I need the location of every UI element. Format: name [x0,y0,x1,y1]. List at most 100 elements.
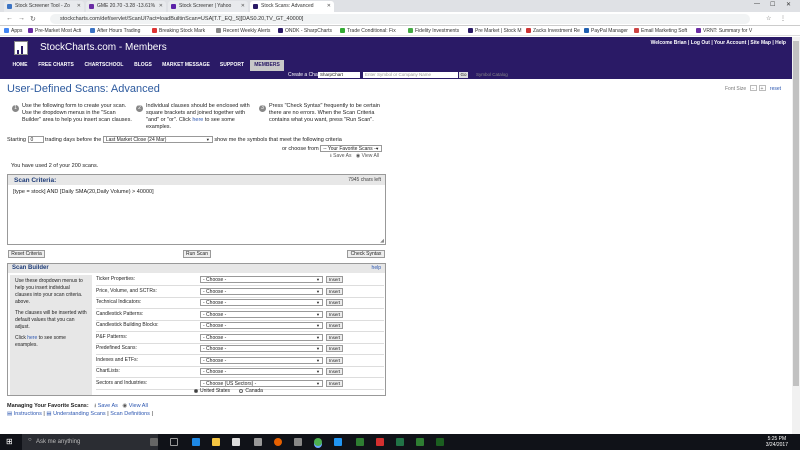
insert-button[interactable]: Insert [326,379,343,387]
window-close-icon[interactable]: ✕ [786,1,791,8]
firefox-icon[interactable] [274,438,282,446]
radio-canada[interactable] [239,388,244,393]
bookmark-item[interactable]: Fidelity Investments [408,28,459,34]
microphone-icon[interactable] [150,438,158,446]
insert-button[interactable]: Insert [326,299,343,306]
bookmark-item[interactable]: ONDK - SharpCharts [278,28,332,34]
resize-handle-icon[interactable]: ◢ [380,238,384,244]
insert-button[interactable]: Insert [326,322,343,329]
radio-united-states[interactable] [194,388,198,393]
excel-icon[interactable] [396,438,404,446]
scan-criteria-textarea[interactable]: [type = stock] AND [Daily SMA(20,Daily V… [13,189,154,195]
step-2-link[interactable]: here [192,117,203,123]
footer-save-as-link[interactable]: Save As [98,403,118,409]
insert-button[interactable]: Insert [326,287,343,295]
check-syntax-button[interactable]: Check Syntax [347,250,385,258]
minimize-icon[interactable]: — [754,1,760,7]
market-close-select[interactable]: Last Market Close (24 Mar) ▼ [102,136,213,143]
app-icon[interactable] [356,438,364,446]
browser-tab[interactable]: Stock Screener Tool - Zo ✕ [4,1,84,12]
instructions-link[interactable]: Instructions [14,411,42,417]
reload-icon[interactable]: ↻ [30,15,36,23]
run-scan-button[interactable]: Run Scan [183,250,211,258]
builder-row-select[interactable]: - Choose - ▼ [200,322,323,329]
app-icon[interactable] [436,438,444,446]
nav-market-message[interactable]: MARKET MESSAGE [158,60,214,71]
builder-row-select[interactable]: - Choose - ▼ [200,356,323,364]
bookmark-item[interactable]: Recent Weekly Alerts [216,28,270,34]
insert-button[interactable]: Insert [326,368,343,375]
symbol-catalog-link[interactable]: Symbol Catalog [476,72,508,77]
browser-tab-active[interactable]: Stock Scans: Advanced ✕ [250,1,334,12]
save-as-link[interactable]: Save As [333,153,351,159]
bookmark-item[interactable]: Trade Conditional: Fix [340,28,396,34]
view-all-link[interactable]: View All [362,153,379,159]
account-links[interactable]: Welcome Brian | Log Out | Your Account |… [651,40,786,46]
builder-row-select[interactable]: - Choose - ▼ [200,299,323,306]
bookmark-item[interactable]: After Hours Trading [90,28,140,34]
bookmark-item[interactable]: Pre-Market Most Acti [28,28,81,34]
bookmark-item[interactable]: VRNT: Summary for V [696,28,752,34]
symbol-input[interactable]: Enter Symbol or Company Name [363,72,458,78]
bookmark-item[interactable]: Apps [4,28,22,34]
store-icon[interactable] [232,438,240,446]
close-icon[interactable]: ✕ [77,3,81,9]
menu-icon[interactable]: ⋮ [780,15,786,22]
footer-view-all-link[interactable]: View All [129,403,148,409]
font-decrease-button[interactable]: - [749,85,757,92]
close-icon[interactable]: ✕ [159,3,163,9]
builder-examples-link[interactable]: here [27,335,37,341]
star-icon[interactable]: ☆ [766,15,771,22]
font-reset-link[interactable]: reset [770,86,781,92]
windows-start-icon[interactable]: ⊞ [6,437,13,446]
stockcharts-logo[interactable] [14,41,28,55]
insert-button[interactable]: Insert [326,310,343,318]
bookmark-item[interactable]: Pre Market | Stock M [468,28,522,34]
starting-days-input[interactable]: 0 [27,136,44,143]
font-increase-button[interactable]: + [758,85,766,92]
builder-help-link[interactable]: help [372,265,381,271]
close-icon[interactable]: ✕ [327,3,331,9]
task-view-icon[interactable] [170,438,178,446]
reset-criteria-button[interactable]: Reset Criteria [8,250,45,258]
browser-tab[interactable]: Stock Screener | Yahoo ✕ [168,1,248,12]
insert-button[interactable]: Insert [326,333,343,341]
edge-icon[interactable] [192,438,200,446]
nav-members[interactable]: MEMBERS [250,60,284,71]
insert-button[interactable]: Insert [326,356,343,364]
builder-row-select[interactable]: - Choose - ▼ [200,287,323,295]
mail-icon[interactable] [254,438,262,446]
understanding-scans-link[interactable]: Understanding Scans [53,411,106,417]
insert-button[interactable]: Insert [326,345,343,352]
taskbar-clock[interactable]: 5:25 PM 3/24/2017 [766,436,788,448]
browser-tab[interactable]: GME 20.70 -3.28 -13.61% ✕ [86,1,166,12]
app-icon[interactable] [416,438,424,446]
builder-row-select[interactable]: - Choose - ▼ [200,310,323,318]
close-icon[interactable]: ✕ [241,3,245,9]
builder-row-select[interactable]: - Choose - ▼ [200,345,323,352]
builder-row-select[interactable]: - Choose - ▼ [200,333,323,341]
chart-type-select[interactable]: SharpChart [318,72,360,78]
nav-blogs[interactable]: BLOGS [130,60,156,71]
taskbar-search[interactable]: Ask me anything [22,434,158,450]
file-explorer-icon[interactable] [212,438,220,446]
nav-support[interactable]: SUPPORT [216,60,248,71]
url-field[interactable]: stockcharts.com/def/servlet/ScanUI?act=l… [50,14,750,24]
scrollbar-thumb[interactable] [793,41,799,386]
scan-definitions-link[interactable]: Scan Definitions [110,411,150,417]
go-button[interactable]: Go [459,72,468,78]
app-icon[interactable] [294,438,302,446]
chrome-icon[interactable] [314,438,322,446]
nav-free-charts[interactable]: FREE CHARTS [34,60,78,71]
forward-icon[interactable]: → [18,15,25,22]
builder-row-select[interactable]: - Choose - ▼ [200,276,323,283]
bookmark-item[interactable]: Email Marketing Soft [634,28,687,34]
insert-button[interactable]: Insert [326,276,343,283]
page-scrollbar[interactable] [792,37,800,434]
app-icon[interactable] [334,438,342,446]
maximize-icon[interactable]: ☐ [770,1,775,8]
favorite-scans-select[interactable]: -- Your Favorite Scans -- ▼ [320,145,383,152]
nav-chartschool[interactable]: CHARTSCHOOL [80,60,128,71]
back-icon[interactable]: ← [6,15,13,22]
nav-home[interactable]: HOME [8,60,32,71]
